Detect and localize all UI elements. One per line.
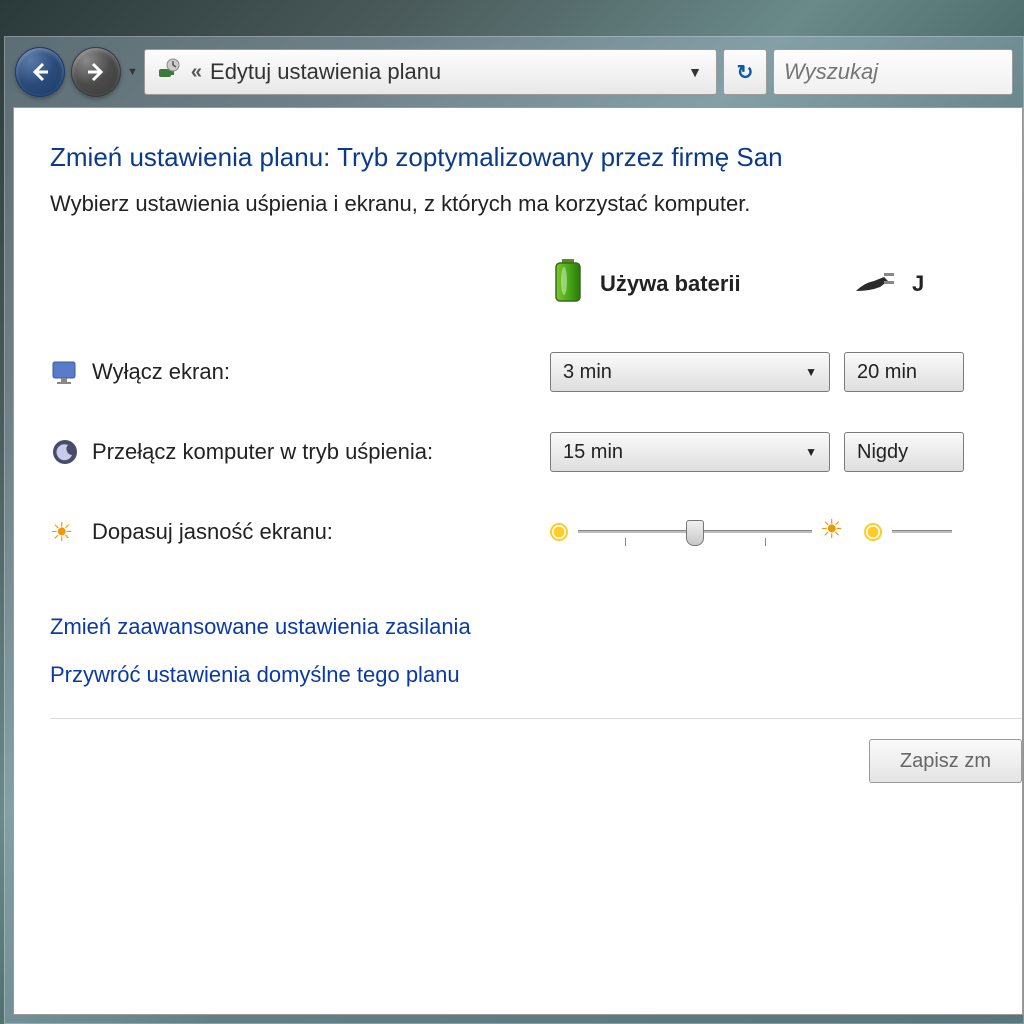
breadcrumb-prefix: « xyxy=(191,61,202,84)
sun-max-icon xyxy=(822,518,850,546)
brightness-plugged-slider[interactable] xyxy=(864,518,952,546)
search-input[interactable] xyxy=(773,49,1013,95)
sleep-icon xyxy=(50,437,80,467)
brightness-row: ☀ Dopasuj jasność ekranu: xyxy=(50,510,1022,554)
sleep-plugged-dropdown[interactable]: Nigdy xyxy=(844,432,964,472)
forward-button[interactable] xyxy=(71,47,121,97)
sun-min-icon xyxy=(550,523,568,541)
sleep-label: Przełącz komputer w tryb uśpienia: xyxy=(92,439,433,465)
chevron-down-icon: ▼ xyxy=(805,365,817,379)
sun-min-icon xyxy=(864,523,882,541)
battery-column-label: Używa baterii xyxy=(600,271,741,297)
brightness-battery-slider[interactable] xyxy=(550,518,850,546)
slider-track[interactable] xyxy=(892,518,952,546)
slider-thumb[interactable] xyxy=(686,520,704,546)
save-button-label: Zapisz zm xyxy=(900,750,991,773)
display-off-label: Wyłącz ekran: xyxy=(92,359,230,385)
address-bar[interactable]: « Edytuj ustawienia planu ▼ xyxy=(144,49,717,95)
button-row: Zapisz zm xyxy=(50,739,1022,783)
breadcrumb[interactable]: Edytuj ustawienia planu xyxy=(210,59,674,85)
display-off-battery-value: 3 min xyxy=(563,361,612,384)
brightness-icon: ☀ xyxy=(50,517,80,547)
refresh-icon: ↻ xyxy=(737,60,754,85)
display-off-plugged-dropdown[interactable]: 20 min xyxy=(844,352,964,392)
arrow-right-icon xyxy=(84,60,108,84)
save-button[interactable]: Zapisz zm xyxy=(869,739,1022,783)
plug-icon xyxy=(850,263,898,304)
content-pane: Zmień ustawienia planu: Tryb zoptymalizo… xyxy=(13,107,1023,1015)
columns-header: Używa baterii J xyxy=(50,257,1022,310)
chevron-down-icon: ▼ xyxy=(805,445,817,459)
display-off-plugged-value: 20 min xyxy=(857,361,917,384)
navigation-bar: ▼ « Edytuj ustawienia planu ▼ ↻ xyxy=(13,45,1015,103)
breadcrumb-dropdown-icon[interactable]: ▼ xyxy=(682,64,708,80)
sleep-battery-dropdown[interactable]: 15 min ▼ xyxy=(550,432,830,472)
nav-history-dropdown[interactable]: ▼ xyxy=(127,66,138,78)
battery-icon xyxy=(550,257,586,310)
sleep-plugged-value: Nigdy xyxy=(857,441,908,464)
back-button[interactable] xyxy=(15,47,65,97)
page-title: Zmień ustawienia planu: Tryb zoptymalizo… xyxy=(50,142,1022,173)
plugged-column-label: J xyxy=(912,271,924,297)
divider xyxy=(50,718,1022,719)
control-panel-window: ▼ « Edytuj ustawienia planu ▼ ↻ Zmień us… xyxy=(4,36,1024,1024)
refresh-button[interactable]: ↻ xyxy=(723,49,767,95)
page-subtitle: Wybierz ustawienia uśpienia i ekranu, z … xyxy=(50,191,1022,217)
arrow-left-icon xyxy=(28,60,52,84)
sleep-row: Przełącz komputer w tryb uśpienia: 15 mi… xyxy=(50,430,1022,474)
advanced-settings-link[interactable]: Zmień zaawansowane ustawienia zasilania xyxy=(50,614,1022,640)
sleep-battery-value: 15 min xyxy=(563,441,623,464)
slider-track[interactable] xyxy=(578,518,812,546)
restore-defaults-link[interactable]: Przywróć ustawienia domyślne tego planu xyxy=(50,662,1022,688)
display-off-battery-dropdown[interactable]: 3 min ▼ xyxy=(550,352,830,392)
brightness-label: Dopasuj jasność ekranu: xyxy=(92,519,333,545)
links-block: Zmień zaawansowane ustawienia zasilania … xyxy=(50,614,1022,688)
monitor-icon xyxy=(50,357,80,387)
power-plan-icon xyxy=(153,57,183,87)
display-off-row: Wyłącz ekran: 3 min ▼ 20 min xyxy=(50,350,1022,394)
